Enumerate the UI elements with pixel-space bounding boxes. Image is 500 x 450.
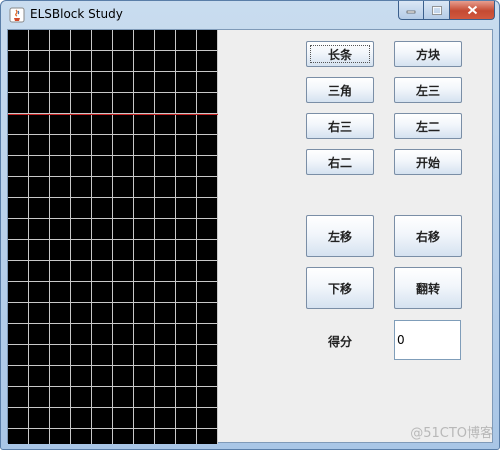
- square-button[interactable]: 方块: [394, 41, 462, 67]
- maximize-button[interactable]: [424, 1, 450, 20]
- move-down-button[interactable]: 下移: [306, 267, 374, 309]
- client-area: 长条 方块 三角 左三 右三 左二 右二 开始 左移 右移 下移 翻转 得分 0: [7, 29, 493, 444]
- triangle-button[interactable]: 三角: [306, 77, 374, 103]
- right-two-button[interactable]: 右二: [306, 149, 374, 175]
- caption-buttons: [398, 1, 495, 21]
- java-app-icon: [9, 7, 25, 23]
- left-three-button[interactable]: 左三: [394, 77, 462, 103]
- game-board: [8, 30, 218, 444]
- watermark: @51CTO博客: [410, 426, 493, 441]
- close-icon: [467, 5, 477, 15]
- rotate-button[interactable]: 翻转: [394, 267, 462, 309]
- score-field[interactable]: 0: [394, 320, 461, 360]
- title-bar[interactable]: ELSBlock Study: [1, 1, 499, 28]
- minimize-button[interactable]: [398, 1, 424, 20]
- close-button[interactable]: [450, 1, 495, 20]
- left-two-button[interactable]: 左二: [394, 113, 462, 139]
- app-window: ELSBlock Study 长条 方块 三角 左三 右三 左二 右二 开始 左…: [0, 0, 500, 450]
- maximize-icon: [431, 5, 442, 15]
- window-title: ELSBlock Study: [30, 7, 123, 21]
- start-button[interactable]: 开始: [394, 149, 462, 175]
- top-limit-line: [8, 114, 218, 115]
- long-bar-button[interactable]: 长条: [306, 41, 374, 67]
- score-label: 得分: [328, 335, 353, 349]
- right-three-button[interactable]: 右三: [306, 113, 374, 139]
- move-left-button[interactable]: 左移: [306, 215, 374, 257]
- minimize-icon: [406, 10, 416, 14]
- move-right-button[interactable]: 右移: [394, 215, 462, 257]
